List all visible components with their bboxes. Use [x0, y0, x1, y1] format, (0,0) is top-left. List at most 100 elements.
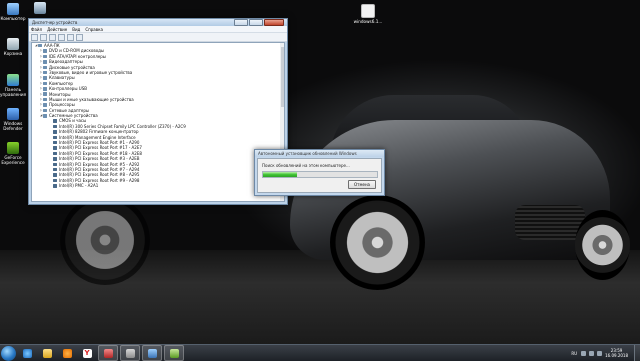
media-player-icon	[62, 348, 72, 358]
desktop-icon-recycle-bin[interactable]: Корзина	[0, 38, 26, 57]
app-icon	[169, 348, 179, 358]
device-category-icon	[43, 60, 47, 64]
tree-item[interactable]: Intel(R) PMC - A2A1	[32, 183, 284, 188]
toolbar	[29, 33, 287, 42]
window-titlebar[interactable]: Диспетчер устройств	[29, 19, 287, 26]
desktop-icon-user[interactable]	[27, 2, 53, 16]
wallpaper-car-grille	[515, 205, 585, 240]
desktop-icon-defender[interactable]: Windows Defender	[0, 108, 26, 131]
device-category-icon	[43, 97, 47, 102]
device-category-icon	[43, 108, 47, 113]
taskbar-explorer[interactable]	[38, 346, 56, 360]
chip-icon	[53, 184, 57, 188]
update-driver-button[interactable]	[76, 33, 83, 41]
volume-icon[interactable]	[597, 350, 603, 356]
computer-icon	[7, 3, 19, 15]
scrollbar-thumb[interactable]	[280, 47, 284, 107]
taskbar: Y RU 23:59 16.09.2018	[0, 344, 640, 361]
start-button[interactable]	[1, 345, 16, 361]
app-icon	[147, 348, 157, 358]
properties-button[interactable]	[49, 33, 56, 41]
desktop-icon-label: GeForce Experience	[1, 155, 25, 165]
dialog-message: Поиск обновлений на этом компьютере...	[262, 163, 350, 168]
chip-icon	[53, 157, 57, 161]
device-manager-window[interactable]: Диспетчер устройств Файл Действие Вид Сп…	[28, 18, 288, 205]
menu-help[interactable]: Справка	[85, 27, 103, 32]
show-desktop-button[interactable]	[634, 345, 640, 361]
chip-icon	[53, 167, 57, 172]
chip-icon	[53, 173, 57, 177]
desktop-icon-file[interactable]: windows6.1...	[353, 4, 383, 25]
device-category-icon	[43, 114, 47, 118]
window-title: Диспетчер устройств	[32, 20, 78, 25]
chip-icon	[53, 124, 57, 129]
taskbar-app[interactable]	[98, 345, 118, 361]
device-category-icon	[43, 92, 47, 96]
dialog-body: Поиск обновлений на этом компьютере... О…	[257, 158, 382, 193]
app-icon	[103, 348, 113, 358]
tray-arrow-icon[interactable]	[581, 350, 587, 356]
chip-icon	[53, 151, 57, 156]
cancel-button[interactable]: Отмена	[348, 180, 376, 189]
wallpaper-wheel	[330, 195, 425, 290]
device-category-icon	[43, 49, 47, 53]
chip-icon	[53, 146, 57, 150]
system-tray: RU 23:59 16.09.2018	[571, 348, 634, 358]
menu-file[interactable]: Файл	[31, 27, 42, 32]
taskbar-yandex[interactable]: Y	[78, 346, 96, 360]
device-category-icon	[43, 87, 47, 91]
wallpaper-wheel	[60, 195, 150, 285]
chip-icon	[53, 135, 57, 140]
app-icon	[125, 348, 135, 358]
desktop: Компьютер Корзина Панель управления Wind…	[0, 0, 640, 344]
device-category-icon	[43, 76, 47, 80]
taskbar-ie[interactable]	[18, 346, 36, 360]
taskbar-device-manager[interactable]	[142, 345, 162, 361]
desktop-icon-geforce[interactable]: GeForce Experience	[0, 142, 26, 165]
wallpaper-wheel	[575, 210, 630, 280]
recycle-bin-icon	[7, 38, 19, 50]
device-tree[interactable]: ◢ AAA-ПК ▷ DVD и CD-ROM дисководы ▷ IDE ATA/A…	[31, 42, 285, 202]
tree-item-label: Intel(R) PMC - A2A1	[59, 183, 99, 189]
help-button[interactable]	[58, 33, 65, 41]
device-category-icon	[43, 81, 47, 86]
desktop-icon-label: Корзина	[3, 51, 23, 56]
forward-button[interactable]	[40, 33, 47, 41]
chip-icon	[53, 119, 57, 123]
desktop-icon-computer[interactable]: Компьютер	[0, 3, 26, 22]
chip-icon	[53, 162, 57, 167]
desktop-icon-label: Панель управления	[0, 87, 27, 97]
scan-hardware-button[interactable]	[67, 33, 74, 41]
ie-icon	[22, 348, 32, 358]
desktop-icon-control-panel[interactable]: Панель управления	[0, 74, 26, 97]
language-indicator[interactable]: RU	[571, 351, 577, 356]
maximize-button[interactable]	[249, 19, 263, 26]
device-tree-rows: ◢ AAA-ПК ▷ DVD и CD-ROM дисководы ▷ IDE ATA/A…	[32, 43, 284, 189]
back-button[interactable]	[31, 33, 38, 41]
minimize-button[interactable]	[234, 19, 248, 26]
chip-icon	[53, 130, 57, 134]
taskbar-media-player[interactable]	[58, 346, 76, 360]
shield-icon	[7, 108, 19, 120]
yandex-icon: Y	[82, 348, 92, 358]
device-category-icon	[43, 65, 47, 69]
network-icon[interactable]	[589, 350, 595, 356]
geforce-icon	[7, 142, 19, 154]
clock[interactable]: 23:59 16.09.2018	[605, 348, 628, 358]
menu-bar: Файл Действие Вид Справка	[29, 26, 287, 33]
file-icon	[361, 4, 375, 18]
clock-date: 16.09.2018	[605, 353, 628, 358]
menu-action[interactable]: Действие	[47, 27, 67, 32]
explorer-icon	[42, 348, 52, 358]
dialog-title: Автономный установщик обновлений Windows	[255, 150, 384, 157]
taskbar-update-installer[interactable]	[164, 345, 184, 361]
desktop-icon-label: windows6.1...	[353, 19, 383, 24]
update-installer-dialog[interactable]: Автономный установщик обновлений Windows…	[254, 149, 385, 196]
device-category-icon	[43, 70, 47, 75]
taskbar-app[interactable]	[120, 345, 140, 361]
desktop-icon-label: Компьютер	[0, 16, 26, 21]
computer-icon	[38, 43, 42, 48]
close-button[interactable]	[264, 19, 284, 26]
user-icon	[34, 2, 46, 14]
menu-view[interactable]: Вид	[72, 27, 80, 32]
